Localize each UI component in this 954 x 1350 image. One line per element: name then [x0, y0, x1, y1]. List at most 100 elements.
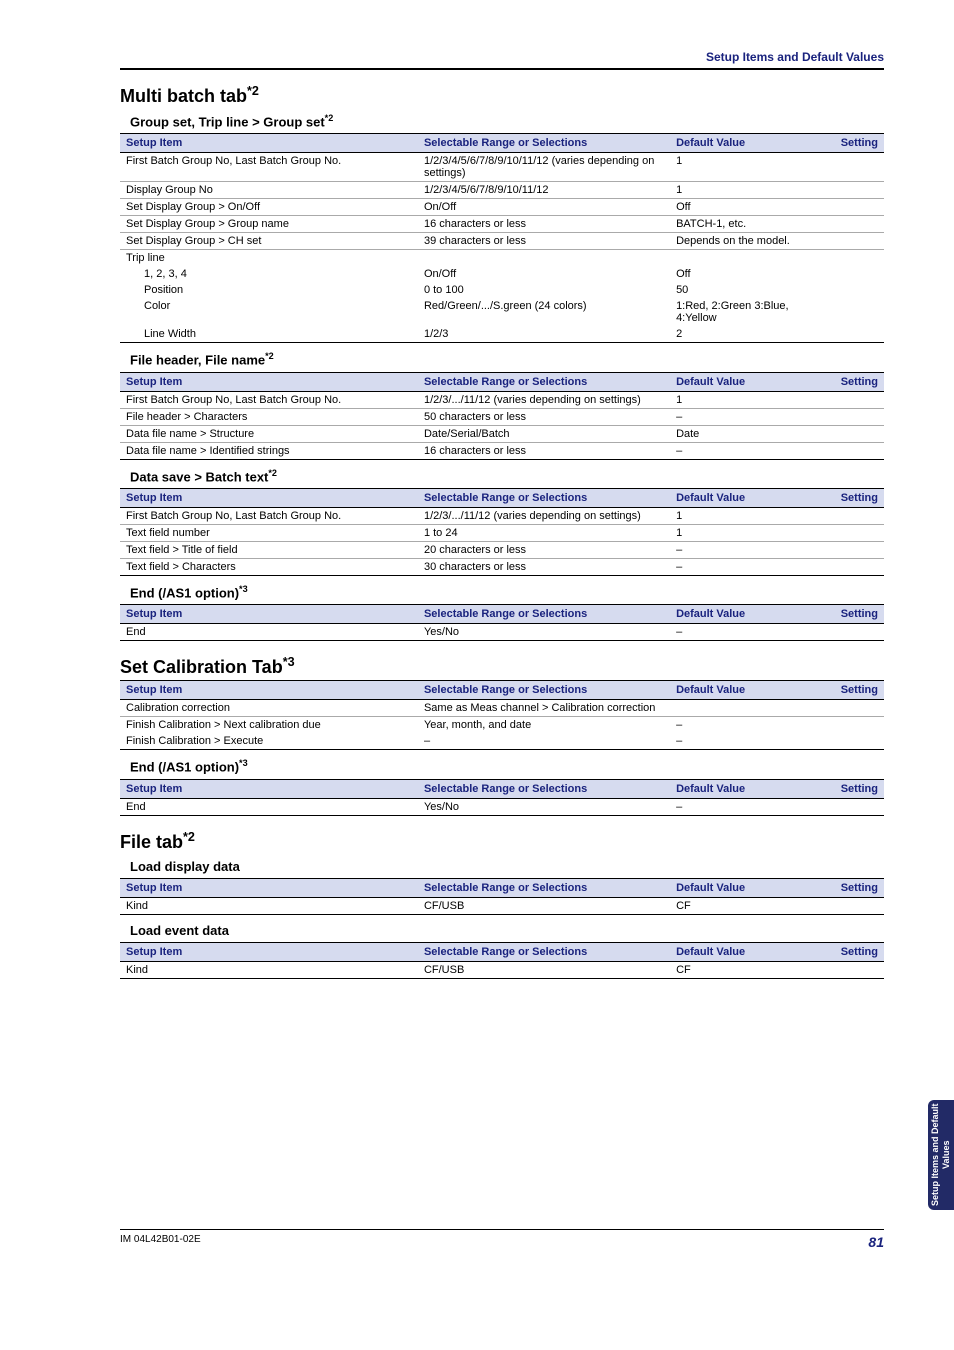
cell-item: First Batch Group No, Last Batch Group N… — [120, 391, 418, 408]
cell-item: Text field > Title of field — [120, 541, 418, 558]
setup-table: Setup ItemSelectable Range or Selections… — [120, 133, 884, 343]
cell-selections: Yes/No — [418, 798, 670, 815]
table-row: Trip line — [120, 250, 884, 267]
cell-item: Line Width — [120, 326, 418, 343]
cell-selections: – — [418, 733, 670, 750]
col-header-setting: Setting — [808, 134, 884, 153]
table-row: KindCF/USBCF — [120, 897, 884, 914]
col-header-setting: Setting — [808, 942, 884, 961]
setup-table: Setup ItemSelectable Range or Selections… — [120, 878, 884, 915]
table-row: Set Display Group > CH set39 characters … — [120, 233, 884, 250]
setup-table: Setup ItemSelectable Range or Selections… — [120, 942, 884, 979]
cell-default: – — [670, 798, 808, 815]
cell-setting — [808, 733, 884, 750]
col-header-setting: Setting — [808, 681, 884, 700]
cell-setting — [808, 624, 884, 641]
cell-item: 1, 2, 3, 4 — [120, 266, 418, 282]
table-row: Calibration correctionSame as Meas chann… — [120, 700, 884, 717]
cell-default — [670, 700, 808, 717]
cell-item: Display Group No — [120, 182, 418, 199]
cell-setting — [808, 266, 884, 282]
col-header-setting: Setting — [808, 372, 884, 391]
cell-item: End — [120, 798, 418, 815]
setup-table: Setup ItemSelectable Range or Selections… — [120, 680, 884, 750]
table-row: First Batch Group No, Last Batch Group N… — [120, 507, 884, 524]
footer-page-number: 81 — [868, 1234, 884, 1250]
cell-setting — [808, 216, 884, 233]
cell-default: 1 — [670, 182, 808, 199]
col-header-selections: Selectable Range or Selections — [418, 942, 670, 961]
cell-default: 50 — [670, 282, 808, 298]
cell-item: Finish Calibration > Execute — [120, 733, 418, 750]
cell-item: Kind — [120, 961, 418, 978]
col-header-item: Setup Item — [120, 779, 418, 798]
cell-selections: 0 to 100 — [418, 282, 670, 298]
cell-default: CF — [670, 961, 808, 978]
cell-default — [670, 250, 808, 267]
table-row: Text field > Title of field20 characters… — [120, 541, 884, 558]
cell-setting — [808, 233, 884, 250]
table-row: EndYes/No– — [120, 798, 884, 815]
col-header-default: Default Value — [670, 605, 808, 624]
cell-setting — [808, 282, 884, 298]
cell-default: Off — [670, 266, 808, 282]
cell-default: CF — [670, 897, 808, 914]
page-header: Setup Items and Default Values — [120, 50, 884, 70]
col-header-selections: Selectable Range or Selections — [418, 372, 670, 391]
cell-setting — [808, 199, 884, 216]
cell-selections: Same as Meas channel > Calibration corre… — [418, 700, 670, 717]
cell-setting — [808, 298, 884, 326]
table-row: First Batch Group No, Last Batch Group N… — [120, 153, 884, 182]
cell-setting — [808, 700, 884, 717]
cell-setting — [808, 524, 884, 541]
cell-selections: 1 to 24 — [418, 524, 670, 541]
subsection-heading: File header, File name*2 — [130, 351, 884, 367]
content-area: Multi batch tab*2Group set, Trip line > … — [120, 84, 884, 979]
col-header-selections: Selectable Range or Selections — [418, 681, 670, 700]
cell-selections: 50 characters or less — [418, 408, 670, 425]
cell-default: Off — [670, 199, 808, 216]
col-header-item: Setup Item — [120, 372, 418, 391]
cell-setting — [808, 326, 884, 343]
col-header-item: Setup Item — [120, 134, 418, 153]
col-header-selections: Selectable Range or Selections — [418, 779, 670, 798]
cell-selections: On/Off — [418, 199, 670, 216]
cell-default: 1:Red, 2:Green 3:Blue, 4:Yellow — [670, 298, 808, 326]
table-row: 1, 2, 3, 4On/OffOff — [120, 266, 884, 282]
col-header-item: Setup Item — [120, 681, 418, 700]
cell-selections: 1/2/3/4/5/6/7/8/9/10/11/12 (varies depen… — [418, 153, 670, 182]
col-header-item: Setup Item — [120, 942, 418, 961]
col-header-setting: Setting — [808, 779, 884, 798]
cell-default: – — [670, 558, 808, 575]
cell-default: – — [670, 541, 808, 558]
section-heading: Set Calibration Tab*3 — [120, 655, 884, 678]
cell-item: First Batch Group No, Last Batch Group N… — [120, 153, 418, 182]
cell-default: 1 — [670, 507, 808, 524]
cell-item: Kind — [120, 897, 418, 914]
section-heading: File tab*2 — [120, 830, 884, 853]
cell-default: – — [670, 442, 808, 459]
cell-item: Finish Calibration > Next calibration du… — [120, 717, 418, 734]
setup-table: Setup ItemSelectable Range or Selections… — [120, 779, 884, 816]
cell-item: Data file name > Identified strings — [120, 442, 418, 459]
cell-setting — [808, 558, 884, 575]
col-header-selections: Selectable Range or Selections — [418, 488, 670, 507]
table-row: Data file name > Identified strings16 ch… — [120, 442, 884, 459]
cell-selections: 1/2/3/.../11/12 (varies depending on set… — [418, 391, 670, 408]
section-heading: Multi batch tab*2 — [120, 84, 884, 107]
cell-default: Date — [670, 425, 808, 442]
setup-table: Setup ItemSelectable Range or Selections… — [120, 604, 884, 641]
cell-selections: 20 characters or less — [418, 541, 670, 558]
col-header-selections: Selectable Range or Selections — [418, 134, 670, 153]
col-header-selections: Selectable Range or Selections — [418, 605, 670, 624]
cell-selections: Year, month, and date — [418, 717, 670, 734]
cell-setting — [808, 442, 884, 459]
cell-selections: 1/2/3 — [418, 326, 670, 343]
cell-default: – — [670, 733, 808, 750]
cell-default: BATCH-1, etc. — [670, 216, 808, 233]
cell-default: 2 — [670, 326, 808, 343]
cell-selections: CF/USB — [418, 897, 670, 914]
table-row: ColorRed/Green/.../S.green (24 colors)1:… — [120, 298, 884, 326]
cell-selections: Date/Serial/Batch — [418, 425, 670, 442]
cell-selections: 16 characters or less — [418, 442, 670, 459]
